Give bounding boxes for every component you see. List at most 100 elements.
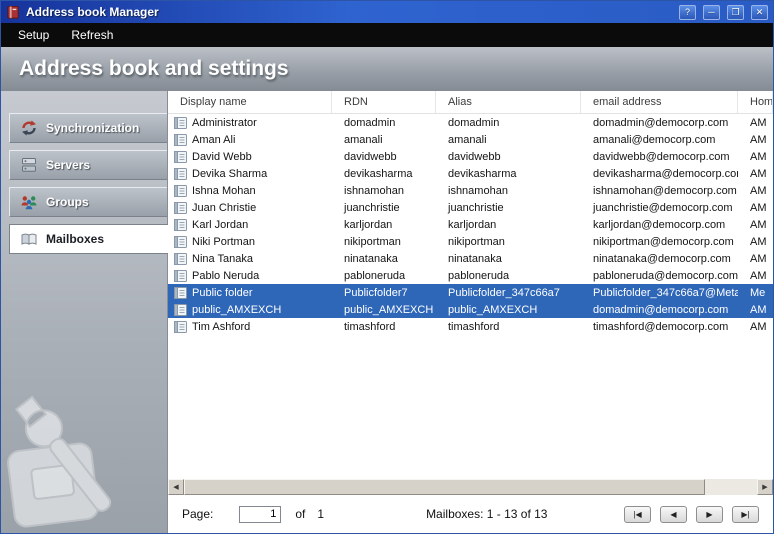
table-row[interactable]: Tim Ashford timashford timashford timash… (168, 318, 773, 335)
cell-display-name: Karl Jordan (192, 219, 248, 231)
table-row[interactable]: Juan Christie juanchristie juanchristie … (168, 199, 773, 216)
sidebar-item-label: Mailboxes (46, 232, 104, 246)
cell-display-name: Tim Ashford (192, 321, 250, 333)
column-header-email-address[interactable]: email address (581, 91, 738, 113)
cell-home-server: AM (738, 250, 773, 267)
banner: Address book and settings (1, 47, 773, 91)
table-row[interactable]: Pablo Neruda pabloneruda pabloneruda pab… (168, 267, 773, 284)
cell-display-name: Niki Portman (192, 236, 255, 248)
mailbox-icon (174, 134, 187, 146)
close-button[interactable]: ✕ (751, 5, 768, 20)
column-header-rdn[interactable]: RDN (332, 91, 436, 113)
cell-alias: public_AMXEXCH (436, 301, 581, 318)
last-page-button[interactable]: ▶| (732, 506, 759, 523)
cell-home-server: AM (738, 114, 773, 131)
table-row[interactable]: Public folder Publicfolder7 Publicfolder… (168, 284, 773, 301)
cell-alias: amanali (436, 131, 581, 148)
cell-rdn: public_AMXEXCH (332, 301, 436, 318)
mailbox-icon (174, 117, 187, 129)
mailbox-icon (174, 168, 187, 180)
cell-alias: Publicfolder_347c66a7 (436, 284, 581, 301)
table-row[interactable]: Niki Portman nikiportman nikiportman nik… (168, 233, 773, 250)
scroll-left-button[interactable]: ◀ (168, 479, 184, 495)
cell-rdn: juanchristie (332, 199, 436, 216)
cell-email-address: pabloneruda@democorp.com (581, 267, 738, 284)
sidebar-item-synchronization[interactable]: Synchronization (9, 113, 167, 143)
first-page-button[interactable]: |◀ (624, 506, 651, 523)
cell-display-name: Aman Ali (192, 134, 235, 146)
cell-home-server: AM (738, 216, 773, 233)
mailbox-icon (174, 185, 187, 197)
column-header-display-name[interactable]: Display name (168, 91, 332, 113)
help-button[interactable]: ? (679, 5, 696, 20)
cell-rdn: pabloneruda (332, 267, 436, 284)
groups-icon (20, 193, 38, 211)
next-page-button[interactable]: ▶ (696, 506, 723, 523)
table-row[interactable]: Devika Sharma devikasharma devikasharma … (168, 165, 773, 182)
cell-email-address: ishnamohan@democorp.com (581, 182, 738, 199)
cell-email-address: domadmin@democorp.com (581, 301, 738, 318)
cell-email-address: nikiportman@democorp.com (581, 233, 738, 250)
cell-rdn: nikiportman (332, 233, 436, 250)
app-icon (6, 5, 21, 20)
cell-display-name: David Webb (192, 151, 252, 163)
cell-alias: davidwebb (436, 148, 581, 165)
column-header-home-server[interactable]: Hom (738, 91, 773, 113)
maximize-button[interactable]: ❐ (727, 5, 744, 20)
cell-display-name: Juan Christie (192, 202, 256, 214)
column-header-alias[interactable]: Alias (436, 91, 581, 113)
app-window: Address book Manager ? ─ ❐ ✕ Setup Refre… (0, 0, 774, 534)
table-row[interactable]: public_AMXEXCH public_AMXEXCH public_AMX… (168, 301, 773, 318)
cell-alias: ishnamohan (436, 182, 581, 199)
content: Synchronization Servers Groups (1, 91, 773, 533)
sidebar-item-label: Synchronization (46, 121, 139, 135)
cell-email-address: timashford@democorp.com (581, 318, 738, 335)
cell-email-address: domadmin@democorp.com (581, 114, 738, 131)
cell-email-address: karljordan@democorp.com (581, 216, 738, 233)
table-row[interactable]: Aman Ali amanali amanali amanali@democor… (168, 131, 773, 148)
tools-watermark-graphic (0, 385, 153, 534)
cell-email-address: juanchristie@democorp.com (581, 199, 738, 216)
sidebar-item-groups[interactable]: Groups (9, 187, 167, 217)
cell-email-address: devikasharma@democorp.com (581, 165, 738, 182)
table-row[interactable]: Ishna Mohan ishnamohan ishnamohan ishnam… (168, 182, 773, 199)
cell-email-address: Publicfolder_347c66a7@Meta (581, 284, 738, 301)
cell-alias: pabloneruda (436, 267, 581, 284)
table-row[interactable]: Karl Jordan karljordan karljordan karljo… (168, 216, 773, 233)
scroll-right-button[interactable]: ▶ (757, 479, 773, 495)
titlebar: Address book Manager ? ─ ❐ ✕ (1, 1, 773, 23)
cell-display-name: Nina Tanaka (192, 253, 253, 265)
table-row[interactable]: Nina Tanaka ninatanaka ninatanaka ninata… (168, 250, 773, 267)
mailbox-icon (174, 151, 187, 163)
cell-email-address: ninatanaka@democorp.com (581, 250, 738, 267)
scrollbar-thumb[interactable] (184, 479, 705, 495)
cell-display-name: Pablo Neruda (192, 270, 259, 282)
cell-home-server: AM (738, 233, 773, 250)
cell-display-name: Devika Sharma (192, 168, 267, 180)
sidebar-item-mailboxes[interactable]: Mailboxes (9, 224, 168, 254)
mailbox-icon (174, 253, 187, 265)
cell-home-server: AM (738, 148, 773, 165)
cell-email-address: davidwebb@democorp.com (581, 148, 738, 165)
cell-rdn: davidwebb (332, 148, 436, 165)
table-row[interactable]: Administrator domadmin domadmin domadmin… (168, 114, 773, 131)
minimize-button[interactable]: ─ (703, 5, 720, 20)
sidebar-item-servers[interactable]: Servers (9, 150, 167, 180)
menu-refresh[interactable]: Refresh (71, 28, 113, 42)
page-number-input[interactable] (239, 506, 281, 523)
mailbox-icon (174, 236, 187, 248)
cell-alias: devikasharma (436, 165, 581, 182)
pagination-nav: |◀ ◀ ▶ ▶| (624, 506, 759, 523)
previous-page-button[interactable]: ◀ (660, 506, 687, 523)
table-row[interactable]: David Webb davidwebb davidwebb davidwebb… (168, 148, 773, 165)
mailbox-icon (174, 287, 187, 299)
menu-setup[interactable]: Setup (18, 28, 49, 42)
scrollbar-track[interactable] (184, 479, 757, 495)
mailbox-icon (174, 270, 187, 282)
cell-home-server: AM (738, 131, 773, 148)
cell-rdn: karljordan (332, 216, 436, 233)
sidebar-item-label: Groups (46, 195, 89, 209)
cell-alias: domadmin (436, 114, 581, 131)
cell-home-server: AM (738, 165, 773, 182)
page-total: 1 (317, 507, 324, 521)
